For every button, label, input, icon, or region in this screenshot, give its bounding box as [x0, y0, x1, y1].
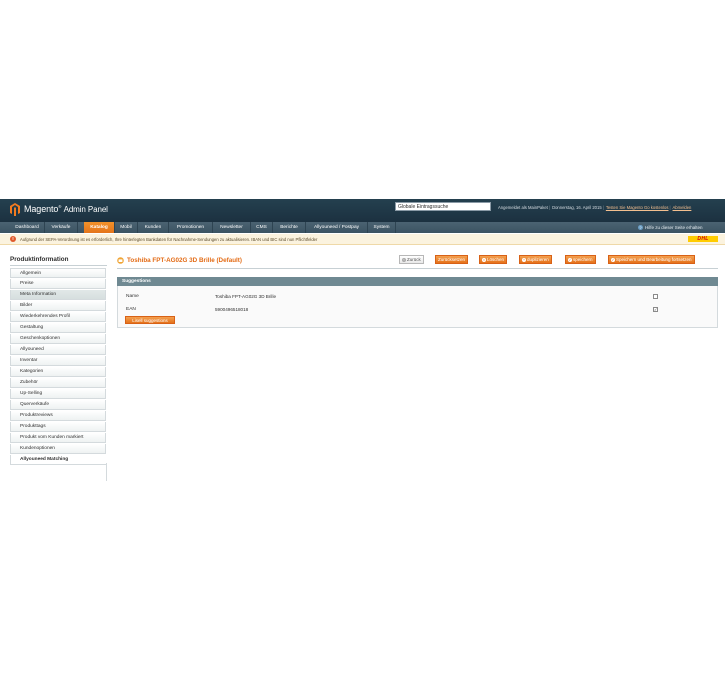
tab-zubehoer[interactable]: Zubehör [10, 378, 106, 388]
logout-link[interactable]: Abmelden [673, 205, 692, 210]
tab-up-selling[interactable]: Up-Selling [10, 389, 106, 399]
tab-allyouneed-matching[interactable]: Allyouneed Matching [10, 455, 106, 465]
tab-allyouneed[interactable]: Allyouneed [10, 345, 106, 355]
nav-dashboard[interactable]: Dashboard [10, 222, 45, 233]
magento-logo-icon [10, 203, 20, 216]
delete-icon: × [482, 257, 486, 262]
tab-preise[interactable]: Preise [10, 279, 106, 289]
product-icon [117, 257, 124, 264]
name-checkbox[interactable] [653, 294, 658, 299]
dhl-logo: DHL [688, 236, 718, 242]
page-title: Toshiba FPT-AG02G 3D Brille (Default) [127, 257, 242, 264]
tab-kundenoptionen[interactable]: Kundenoptionen [10, 444, 106, 454]
tab-kategorien[interactable]: Kategorien [10, 367, 106, 377]
global-search-input[interactable] [395, 202, 491, 211]
current-date: Donnerstag, 16. April 2015 [552, 205, 602, 210]
title-divider [117, 268, 718, 269]
help-link[interactable]: ? Hilfe zu dieser Seite erhalten [638, 225, 703, 231]
nav-newsletter[interactable]: Newsletter [213, 222, 251, 233]
nav-allyouneed-postpay[interactable]: Allyouneed / Postpay [306, 222, 368, 233]
nav-cms[interactable]: CMS [251, 222, 273, 233]
logged-in-user: Angemeldet als MainPaket [498, 205, 548, 210]
nav-sales[interactable]: Verkäufe [45, 222, 78, 233]
back-button[interactable]: ‹ Zurück [399, 255, 424, 264]
tab-allgemein[interactable]: Allgemein [10, 268, 106, 278]
save-continue-icon: ✓ [611, 257, 615, 262]
sidebar-divider [10, 265, 107, 266]
suggest-button[interactable]: Lisell suggestions [125, 316, 175, 324]
user-info-bar: Angemeldet als MainPaket| Donnerstag, 16… [498, 205, 692, 210]
tab-bilder[interactable]: Bilder [10, 301, 106, 311]
tab-produkttags[interactable]: Produkttags [10, 422, 106, 432]
notice-text: Aufgrund der SEPA-Verordnung ist es erfo… [20, 237, 318, 242]
tab-gestaltung[interactable]: Gestaltung [10, 323, 106, 333]
suggestions-header: Suggestions [117, 277, 718, 286]
nav-catalog[interactable]: Katalog [84, 222, 115, 233]
tab-inventar[interactable]: Inventar [10, 356, 106, 366]
nav-promotions[interactable]: Promotionen [169, 222, 213, 233]
tab-produktreviews[interactable]: Produktreviews [10, 411, 106, 421]
nav-mobile[interactable]: Mobil [115, 222, 138, 233]
tab-produkt-vom-kunden-markiert[interactable]: Produkt vom Kunden markiert [10, 433, 106, 443]
save-button[interactable]: ✓ speichern [565, 255, 596, 264]
save-continue-button[interactable]: ✓ Speichern und Bearbeitung fortsetzen [608, 255, 695, 264]
ean-checkbox[interactable]: ✓ [653, 307, 658, 312]
trial-link[interactable]: Testen Sie Magento Go kostenlos [606, 205, 669, 210]
tab-wiederkehrendes-profil[interactable]: Wiederkehrendes Profil [10, 312, 106, 322]
reset-button[interactable]: Zurücksetzen [435, 255, 469, 264]
sidebar-edge [106, 463, 107, 481]
nav-system[interactable]: System [368, 222, 396, 233]
tab-geschenkoptionen[interactable]: Geschenkoptionen [10, 334, 106, 344]
suggestions-panel [117, 286, 718, 328]
warning-icon: ! [10, 236, 16, 242]
help-icon: ? [638, 225, 643, 231]
ean-value: 5900496518018 [215, 307, 249, 312]
duplicate-button[interactable]: + duplizieren [519, 255, 552, 264]
duplicate-icon: + [522, 257, 526, 262]
nav-reports[interactable]: Berichte [273, 222, 306, 233]
name-label: Name [126, 294, 139, 299]
tab-querverkaeufe[interactable]: Querverkäufe [10, 400, 106, 410]
logo-text[interactable]: Magento® Admin Panel [24, 204, 108, 214]
sidebar-title: Produktinformation [10, 256, 69, 263]
name-value: Toshiba FPT-AG02G 3D Brille [215, 294, 277, 299]
arrow-left-icon: ‹ [402, 257, 406, 262]
admin-header [0, 199, 725, 222]
ean-label: EAN [126, 307, 136, 312]
nav-customers[interactable]: Kunden [138, 222, 169, 233]
tab-meta-information[interactable]: Meta Information [10, 290, 106, 300]
delete-button[interactable]: × Löschen [479, 255, 508, 264]
save-icon: ✓ [568, 257, 572, 262]
